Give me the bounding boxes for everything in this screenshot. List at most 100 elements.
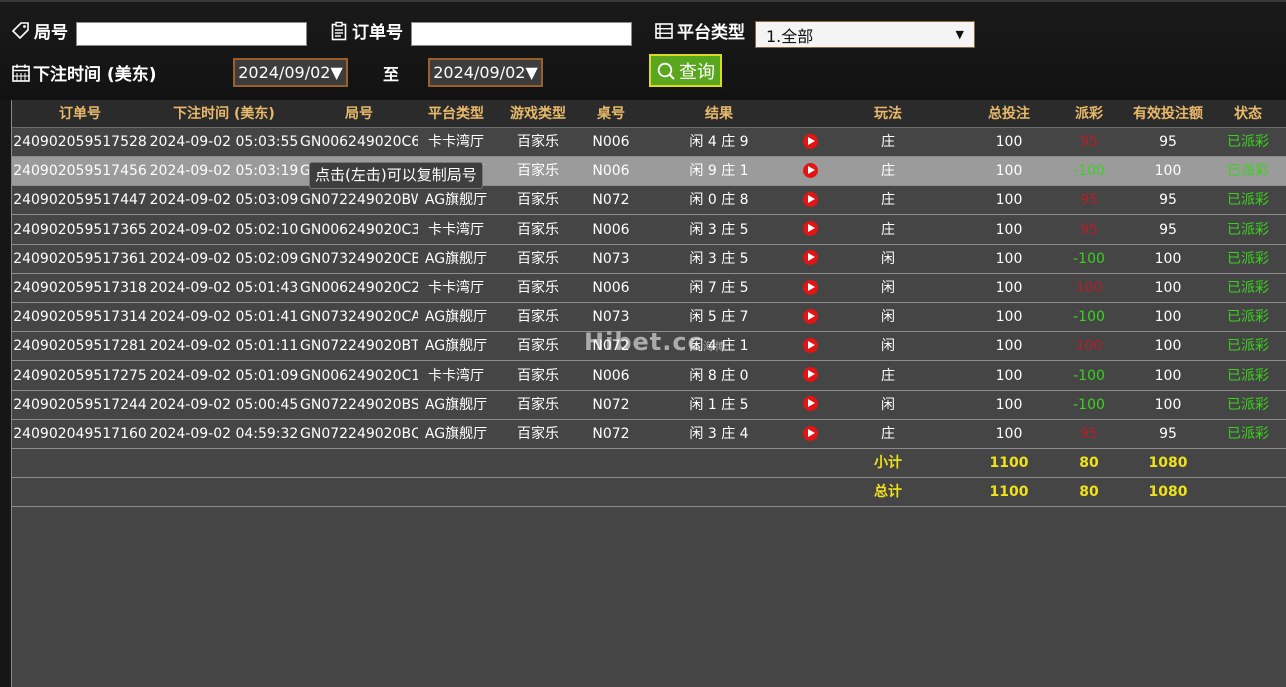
chevron-down-icon: ▼ — [955, 28, 964, 41]
table-row[interactable]: 240902059517447 2024-09-02 05:03:09 GN0722… — [12, 186, 1286, 216]
video-replay-cell[interactable] — [798, 216, 822, 244]
bet-cell: 100 — [995, 134, 1023, 150]
status-cell: 已派彩 — [1227, 163, 1269, 180]
payout-cell: 95 — [1080, 426, 1098, 442]
table-header: 订单号 下注时间 (美东) 局号 平台类型 游戏类型 桌号 结果 玩法 总投注 派彩 有效投注额 状态 — [12, 100, 1286, 128]
play-icon[interactable] — [802, 133, 818, 149]
bet-cell: 100 — [995, 221, 1023, 238]
video-replay-cell[interactable] — [798, 274, 822, 302]
query-button[interactable]: 查询 — [649, 54, 722, 87]
tag-icon — [11, 21, 31, 41]
video-replay-cell[interactable] — [798, 362, 822, 390]
round-cell[interactable]: GN072249020BS — [300, 391, 418, 419]
round-cell[interactable]: GN072249020BW — [300, 186, 418, 214]
video-replay-cell[interactable] — [798, 420, 822, 448]
table-row[interactable]: 240902059517275 2024-09-02 05:01:09 GN0062… — [12, 361, 1286, 391]
round-cell[interactable]: GN073249020CB — [300, 245, 418, 273]
play-icon[interactable] — [802, 425, 818, 441]
play-cell: 闲 — [881, 396, 895, 413]
play-icon[interactable] — [802, 308, 818, 324]
game-cell: 百家乐 — [517, 426, 559, 442]
payout-cell: -100 — [1073, 396, 1105, 413]
header-bet-col: 总投注 — [988, 106, 1030, 122]
copy-round-tooltip: 点击(左击)可以复制局号 — [309, 162, 483, 189]
bet-cell: 100 — [995, 280, 1023, 296]
result-cell: 闲 1 庄 5 — [689, 396, 749, 413]
calendar-icon — [11, 63, 31, 83]
query-button-label: 查询 — [679, 61, 715, 83]
play-icon[interactable] — [802, 279, 818, 295]
order-cell: 240902059517447 — [13, 192, 147, 209]
valid-cell: 100 — [1154, 250, 1182, 267]
time-cell: 2024-09-02 05:03:55 — [149, 134, 299, 150]
play-icon[interactable] — [802, 162, 818, 178]
status-cell: 已派彩 — [1227, 221, 1269, 238]
video-replay-cell[interactable] — [798, 157, 822, 185]
round-input[interactable] — [76, 22, 307, 46]
round-cell[interactable]: GN006249020C1 — [300, 362, 418, 390]
payout-cell: 95 — [1080, 192, 1098, 209]
video-replay-cell[interactable] — [798, 245, 822, 273]
table-row[interactable]: 240902059517244 2024-09-02 05:00:45 GN0722… — [12, 390, 1286, 420]
order-label: 订单号 — [352, 23, 403, 43]
search-icon — [656, 61, 676, 81]
table-row[interactable]: 240902059517361 2024-09-02 05:02:09 GN0732… — [12, 244, 1286, 274]
video-replay-cell[interactable] — [798, 186, 822, 214]
video-replay-cell[interactable] — [798, 391, 822, 419]
bet-records-table: 订单号 下注时间 (美东) 局号 平台类型 游戏类型 桌号 结果 玩法 总投注 派彩 有效投注额 状态… — [11, 100, 1286, 687]
play-icon[interactable] — [802, 367, 818, 383]
round-cell[interactable]: GN073249020CA — [300, 303, 418, 331]
table-cell: N006 — [592, 221, 630, 238]
platform-filter: 平台类型 — [654, 18, 745, 43]
payout-cell: -100 — [1073, 367, 1105, 384]
round-cell[interactable]: GN006249020C6 — [300, 128, 418, 156]
table-cell: N072 — [592, 396, 630, 413]
valid-cell: 95 — [1159, 134, 1177, 150]
play-cell: 闲 — [881, 280, 895, 296]
time-cell: 2024-09-02 05:00:45 — [149, 396, 299, 413]
time-cell: 2024-09-02 04:59:32 — [149, 426, 299, 442]
round-cell[interactable]: GN072249020BQ — [300, 420, 418, 448]
video-replay-cell[interactable] — [798, 303, 822, 331]
header-round-col: 局号 — [345, 106, 373, 122]
bet-cell: 100 — [995, 426, 1023, 442]
time-cell: 2024-09-02 05:02:09 — [149, 250, 299, 267]
order-cell: 240902059517281 — [13, 338, 147, 355]
round-cell[interactable]: GN006249020C2 — [300, 274, 418, 302]
video-replay-cell[interactable] — [798, 332, 822, 360]
subtotal-payout: 80 — [1079, 455, 1099, 472]
play-icon[interactable] — [802, 221, 818, 237]
date-from-picker[interactable]: 2024/09/02▼ — [233, 58, 348, 87]
table-row[interactable]: 240902059517318 2024-09-02 05:01:43 GN0062… — [12, 274, 1286, 303]
status-cell: 已派彩 — [1227, 426, 1269, 442]
valid-cell: 100 — [1154, 280, 1182, 296]
table-row[interactable]: 240902059517528 2024-09-02 05:03:55 GN0062… — [12, 128, 1286, 157]
video-replay-cell[interactable] — [798, 128, 822, 156]
table-row[interactable]: 240902049517160 2024-09-02 04:59:32 GN0722… — [12, 420, 1286, 449]
status-cell: 已派彩 — [1227, 367, 1269, 384]
payout-cell: 95 — [1080, 134, 1098, 150]
round-cell[interactable]: GN006249020C3 — [300, 216, 418, 244]
order-input[interactable] — [411, 22, 632, 46]
platform-select[interactable]: 1.全部 ▼ — [755, 21, 975, 48]
table-row[interactable]: 2409020595174562024-09-02 05:03:19GN0062… — [12, 157, 1286, 187]
table-row[interactable]: 240902059517365 2024-09-02 05:02:10 GN0062… — [12, 215, 1286, 245]
round-cell[interactable]: GN072249020BT — [300, 332, 418, 360]
play-icon[interactable] — [802, 191, 818, 207]
result-cell: 闲 0 庄 8 — [689, 192, 749, 209]
platform-cell: 卡卡湾厅 — [428, 134, 484, 150]
watermark: Hibet.cc海博 — [584, 328, 727, 356]
play-icon[interactable] — [802, 337, 818, 353]
status-cell: 已派彩 — [1227, 250, 1269, 267]
header-time-col: 下注时间 (美东) — [173, 106, 275, 122]
valid-cell: 100 — [1154, 338, 1182, 355]
table-cell: N072 — [592, 192, 630, 209]
header-status-col: 状态 — [1234, 106, 1262, 122]
play-icon[interactable] — [802, 396, 818, 412]
bet-records-page: 局号 订单号 平台类型 1.全部 ▼ 下注时间 (美东) 2024/09/02▼… — [0, 0, 1286, 687]
date-to-picker[interactable]: 2024/09/02▼ — [428, 58, 543, 87]
header-order-col: 订单号 — [59, 106, 101, 122]
platform-label: 平台类型 — [677, 23, 745, 43]
play-cell: 闲 — [881, 338, 895, 355]
play-icon[interactable] — [802, 250, 818, 266]
